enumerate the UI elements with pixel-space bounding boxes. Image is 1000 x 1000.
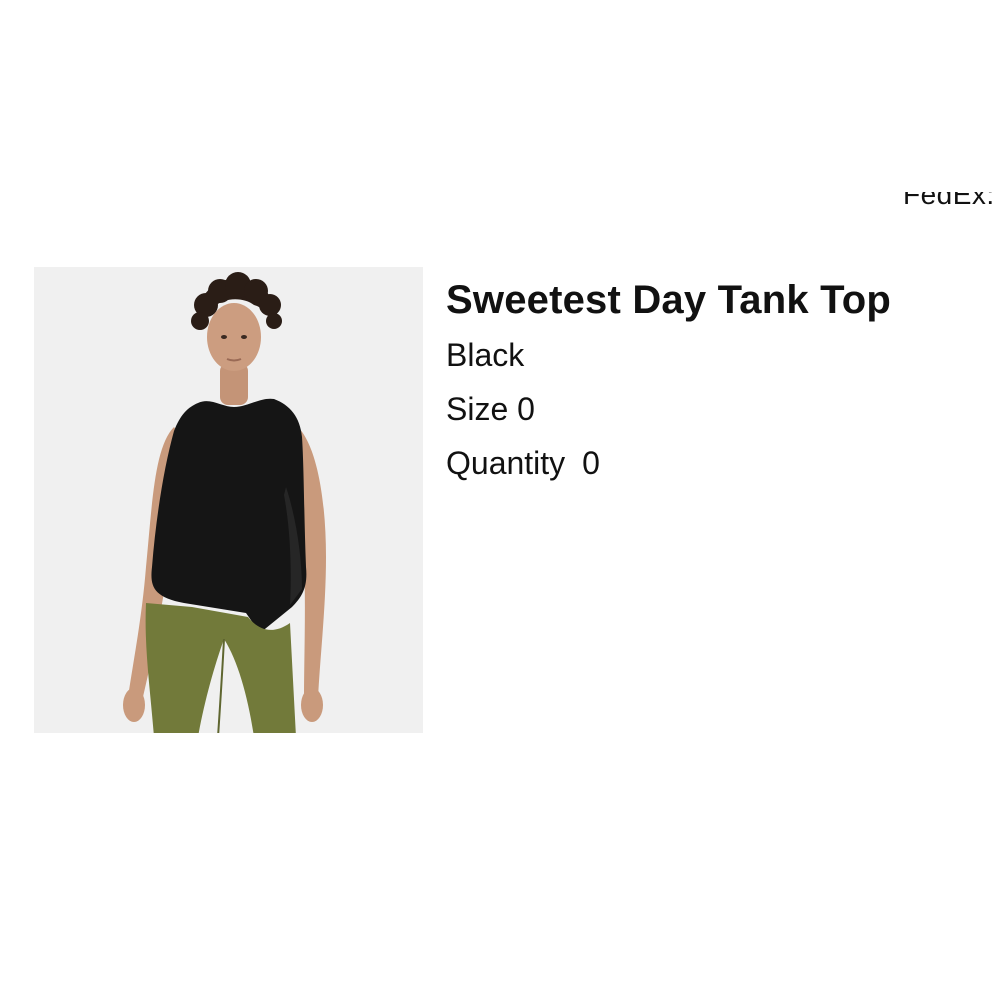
product-color: Black [446,337,525,373]
quantity-value: 0 [582,445,600,481]
product-quantity: Quantity 0 [446,436,986,490]
product-title: Sweetest Day Tank Top [446,278,892,322]
quantity-label: Quantity [446,445,566,481]
carrier-tracking-link[interactable]: FedEx: [903,192,995,226]
product-details: Sweetest Day Tank Top Black Size 0 Quant… [446,272,986,490]
model-illustration [34,267,423,733]
product-image [34,267,423,733]
size-value: 0 [517,391,535,427]
order-item-page: FedEx: Sweetest Day Tank Top Black Size … [0,0,1000,1000]
product-size: Size 0 [446,382,986,436]
size-label: Size [446,391,509,427]
carrier-link-label: FedEx: [903,192,995,210]
